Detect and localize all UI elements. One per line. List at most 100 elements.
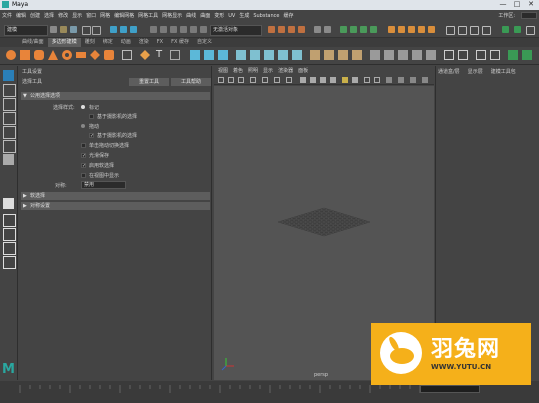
select-deform-icon[interactable] [190, 26, 197, 33]
poly-torus-icon[interactable] [62, 50, 72, 60]
shelf-tab-rigging[interactable]: 绑定 [99, 38, 117, 47]
undo-icon[interactable] [82, 26, 91, 35]
grid-toggle-icon[interactable] [262, 77, 268, 83]
render-settings-icon[interactable] [360, 26, 367, 33]
svg-tool-icon[interactable] [170, 50, 180, 60]
soft-select-icon[interactable] [444, 50, 454, 60]
select-dynamic-icon[interactable] [200, 26, 207, 33]
section-common-selection[interactable]: ▼ 公用选择选项 [21, 92, 210, 100]
poly-disc-icon[interactable] [90, 50, 100, 60]
menu-display[interactable]: 显示 [72, 12, 82, 19]
tool-settings-icon[interactable] [470, 26, 479, 35]
cylindrical-map-icon[interactable] [398, 50, 408, 60]
select-hierarchy-icon[interactable] [110, 26, 117, 33]
platonic-solid-icon[interactable] [104, 50, 114, 60]
menu-generate[interactable]: 生成 [239, 12, 249, 19]
menu-uv[interactable]: UV [228, 13, 235, 19]
drag-toggle-checkbox[interactable] [81, 143, 86, 148]
symmetry-dropdown[interactable]: 禁用 [81, 181, 126, 189]
sweep-mesh-icon[interactable] [140, 50, 150, 60]
construction-history-icon[interactable] [324, 26, 331, 33]
settings-icon[interactable] [526, 26, 535, 35]
save-scene-icon[interactable] [70, 26, 77, 33]
channel-box-icon[interactable] [482, 26, 491, 35]
append-polygon-icon[interactable] [292, 50, 302, 60]
menu-mesh[interactable]: 网格 [100, 12, 110, 19]
reset-tool-button[interactable]: 重置工具 [129, 78, 169, 86]
viewport-menu-shading[interactable]: 着色 [233, 67, 243, 74]
select-component-icon[interactable] [130, 26, 137, 33]
shelf-options-icon[interactable] [522, 50, 532, 60]
arnold-render-icon[interactable] [388, 26, 395, 33]
soft-select-checkbox[interactable]: ✓ [81, 163, 86, 169]
fill-hole-icon[interactable] [278, 50, 288, 60]
tab-display-layer[interactable]: 显示层 [468, 68, 483, 75]
open-scene-icon[interactable] [60, 26, 67, 33]
connect-icon[interactable] [338, 50, 348, 60]
minimize-button[interactable]: — [496, 0, 510, 9]
mirror-icon[interactable] [476, 50, 486, 60]
shadows-icon[interactable] [352, 77, 358, 83]
type-tool-icon[interactable]: T [156, 49, 162, 60]
bevel-icon[interactable] [264, 50, 274, 60]
viewport-menu-renderer[interactable]: 渲染器 [278, 67, 293, 74]
viewport-menu-view[interactable]: 视图 [218, 67, 228, 74]
multi-cut-icon[interactable] [310, 50, 320, 60]
section-symmetry-settings[interactable]: ▶ 对称设置 [21, 202, 210, 210]
menu-edit[interactable]: 编辑 [16, 12, 26, 19]
snap-curve-icon[interactable] [278, 26, 285, 33]
image-plane-icon[interactable] [250, 77, 256, 83]
four-view-layout-icon[interactable] [3, 214, 16, 227]
arnold-sky-icon[interactable] [418, 26, 425, 33]
super-shape-icon[interactable] [122, 50, 132, 60]
arnold-light-icon[interactable] [398, 26, 405, 33]
poly-plane-icon[interactable] [76, 52, 86, 58]
bridge-icon[interactable] [250, 50, 260, 60]
ipr-render-icon[interactable] [350, 26, 357, 33]
lasso-tool-icon[interactable] [3, 84, 16, 97]
poly-cube-icon[interactable] [20, 50, 30, 60]
attribute-editor-icon[interactable] [458, 26, 467, 35]
viewport-menu-panels[interactable]: 面板 [298, 67, 308, 74]
uv-editor-icon[interactable] [370, 50, 380, 60]
poly-sphere-icon[interactable] [6, 50, 16, 60]
poly-cylinder-icon[interactable] [34, 50, 44, 60]
select-object-icon[interactable] [120, 26, 127, 33]
outliner-layout-icon[interactable] [3, 256, 16, 269]
menu-file[interactable]: 文件 [2, 12, 12, 19]
menu-curves[interactable]: 曲线 [186, 12, 196, 19]
menu-mesh-display[interactable]: 网格显示 [162, 12, 182, 19]
separate-icon[interactable] [204, 50, 214, 60]
menu-surfaces[interactable]: 曲面 [200, 12, 210, 19]
tool-help-button[interactable]: 工具帮助 [171, 78, 211, 86]
motion-blur-icon[interactable] [410, 77, 416, 83]
arnold-area-icon[interactable] [408, 26, 415, 33]
select-handle-icon[interactable] [150, 26, 157, 33]
scale-tool-icon[interactable] [3, 140, 16, 153]
workspace-dropdown[interactable] [521, 12, 537, 19]
planar-map-icon[interactable] [384, 50, 394, 60]
xray-joints-icon[interactable] [374, 77, 380, 83]
move-tool-icon[interactable] [3, 112, 16, 125]
xray-icon[interactable] [364, 77, 370, 83]
select-surface-icon[interactable] [180, 26, 187, 33]
drag-radio[interactable] [81, 124, 85, 128]
render-icon[interactable] [340, 26, 347, 33]
spherical-map-icon[interactable] [412, 50, 422, 60]
redo-icon[interactable] [92, 26, 101, 35]
persp-outliner-layout-icon[interactable] [3, 228, 16, 241]
hypershade-icon[interactable] [370, 26, 377, 33]
history-icon[interactable] [314, 26, 321, 33]
shelf-tab-curves[interactable]: 曲线/曲面 [18, 38, 48, 47]
isolate-select-icon[interactable] [386, 77, 392, 83]
poly-cone-icon[interactable] [48, 50, 58, 60]
modeling-toolkit-icon[interactable] [446, 26, 455, 35]
tab-channel-box[interactable]: 通道盒/层 [438, 68, 460, 75]
smooth-icon[interactable] [218, 50, 228, 60]
snap-point-icon[interactable] [288, 26, 295, 33]
resolution-gate-icon[interactable] [286, 77, 292, 83]
camera-select-icon[interactable] [218, 77, 224, 83]
tab-modeling-toolkit[interactable]: 建模工具包 [491, 68, 516, 75]
close-button[interactable]: ✕ [524, 0, 538, 9]
camera-based-checkbox-2[interactable]: ✓ [89, 133, 94, 139]
